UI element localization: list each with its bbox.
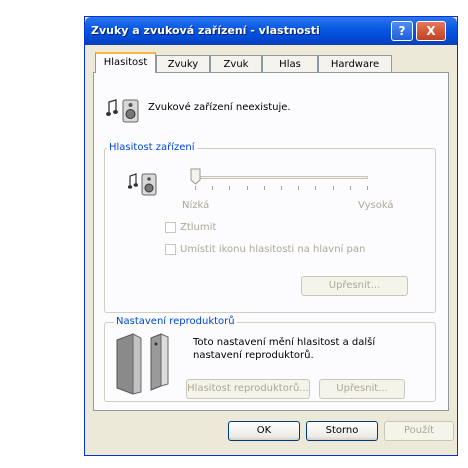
speaker-advanced-button-label: Upřesnit... (336, 383, 388, 394)
volume-slider-track[interactable] (194, 176, 368, 179)
slider-tick (315, 186, 317, 190)
tab-zvuky[interactable]: Zvuky (156, 55, 210, 73)
tab-panel-hlasitost: Zvukové zařízení neexistuje. Hlasitost z… (93, 72, 449, 411)
tab-label: Hlasitost (103, 57, 148, 68)
apply-button-label: Použít (403, 425, 435, 436)
title-bar[interactable]: Zvuky a zvuková zařízení - vlastnosti ? … (85, 17, 457, 45)
advanced-volume-button[interactable]: Upřesnit... (301, 276, 408, 296)
speaker-advanced-button[interactable]: Upřesnit... (319, 379, 405, 399)
device-status-text: Zvukové zařízení neexistuje. (148, 102, 291, 113)
speaker-volume-button[interactable]: Hlasitost reproduktorů... (186, 379, 310, 399)
slider-tick (246, 186, 248, 190)
window-title: Zvuky a zvuková zařízení - vlastnosti (91, 24, 320, 37)
tab-label: Zvuky (167, 59, 199, 70)
apply-button[interactable]: Použít (384, 421, 454, 441)
slider-tick (281, 186, 282, 190)
slider-tick (229, 186, 231, 190)
ok-button[interactable]: OK (228, 421, 300, 441)
help-button[interactable]: ? (391, 21, 413, 41)
advanced-volume-button-label: Upřesnit... (328, 280, 381, 291)
speaker-description-line1: Toto nastavení mění hlasitost a další (193, 337, 376, 348)
slider-high-label: Vysoká (358, 200, 394, 211)
device-volume-group-label: Hlasitost zařízení (107, 142, 197, 153)
properties-dialog: Zvuky a zvuková zařízení - vlastnosti ? … (84, 16, 458, 456)
tab-hlasitost[interactable]: Hlasitost (95, 52, 156, 73)
slider-tick (195, 186, 196, 190)
slider-low-label: Nízká (182, 200, 210, 211)
tab-hardware[interactable]: Hardware (318, 55, 392, 73)
speaker-settings-group-label: Nastavení reproduktorů (114, 316, 237, 327)
tab-label: Zvuk (223, 59, 249, 70)
slider-tick (349, 186, 351, 190)
ok-button-label: OK (256, 425, 272, 436)
speaker-note-icon (106, 99, 139, 123)
close-button[interactable]: X (416, 21, 446, 41)
slider-tick (263, 186, 265, 190)
mute-checkbox[interactable] (165, 222, 176, 233)
help-icon: ? (398, 24, 406, 38)
slider-tick (298, 186, 300, 190)
speaker-volume-icon (128, 173, 157, 196)
volume-slider-thumb[interactable] (190, 168, 201, 185)
tab-label: Hardware (330, 59, 380, 70)
tray-icon-checkbox[interactable] (165, 244, 176, 255)
cancel-button-label: Storno (325, 425, 359, 436)
tab-label: Hlas (279, 59, 301, 70)
slider-tick (367, 186, 368, 190)
slider-tick (212, 186, 214, 190)
slider-tick (332, 186, 334, 190)
tab-zvuk[interactable]: Zvuk (210, 55, 262, 73)
speaker-volume-button-label: Hlasitost reproduktorů... (187, 383, 309, 394)
mute-label: Ztlumit (180, 222, 217, 233)
tray-icon-label: Umístit ikonu hlasitosti na hlavní pan (180, 244, 366, 255)
tab-hlas[interactable]: Hlas (262, 55, 318, 73)
cancel-button[interactable]: Storno (306, 421, 378, 441)
close-icon: X (426, 24, 436, 38)
speakers-pair-icon (116, 333, 169, 395)
speaker-description-line2: nastavení reproduktorů. (193, 350, 314, 361)
